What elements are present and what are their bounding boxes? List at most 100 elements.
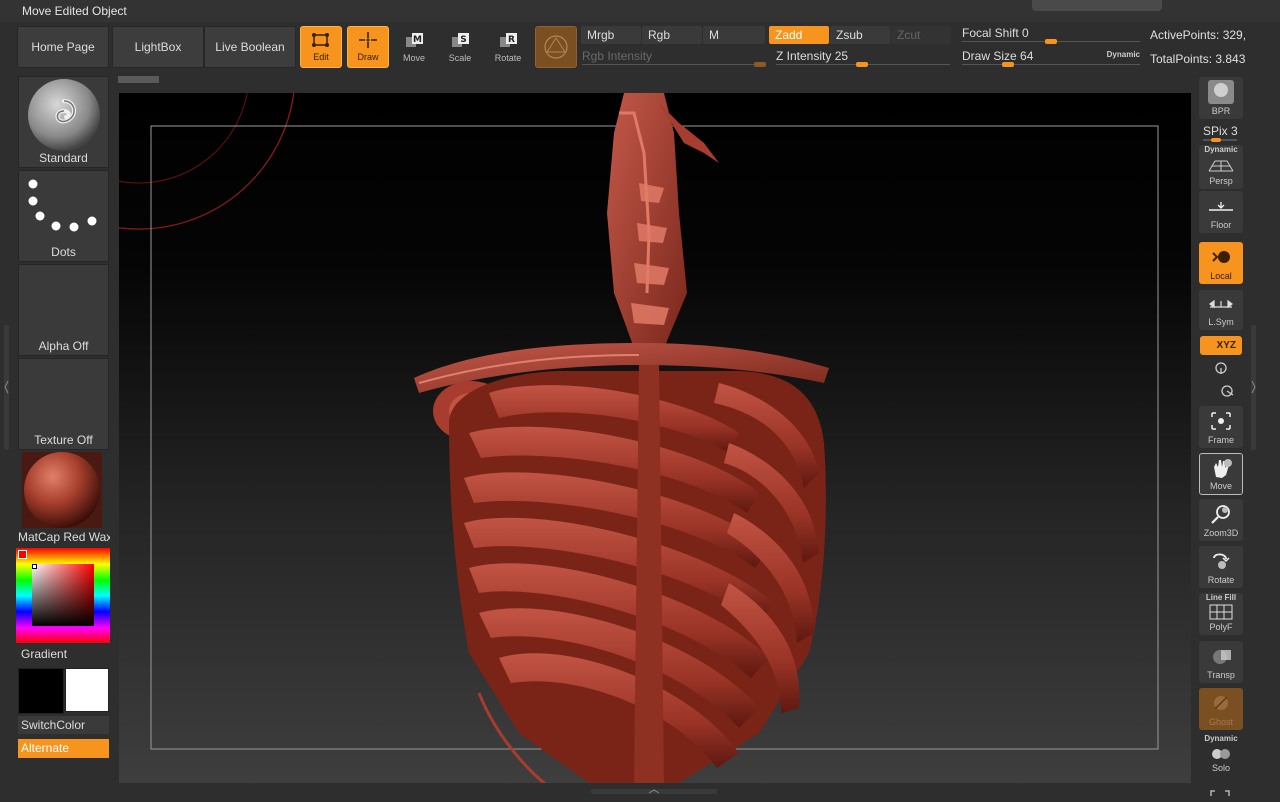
- zadd-button[interactable]: Zadd: [769, 26, 829, 44]
- lightbox-button[interactable]: LightBox: [112, 26, 204, 68]
- z-axis-toggle[interactable]: [1219, 383, 1235, 404]
- left-tray-handle[interactable]: [4, 325, 9, 450]
- m-button[interactable]: M: [703, 26, 765, 44]
- secondary-color-swatch[interactable]: [65, 668, 109, 712]
- collapse-right-icon: [1251, 380, 1256, 394]
- xpose-partial-button[interactable]: [1207, 784, 1233, 796]
- home-page-button[interactable]: Home Page: [17, 26, 109, 68]
- window-title: Move Edited Object: [22, 4, 127, 18]
- alternate-button[interactable]: Alternate: [18, 739, 109, 758]
- dots-stroke-icon: [28, 179, 97, 232]
- brush-radius-inner: [119, 93, 248, 184]
- sculpt-canvas: [119, 93, 1159, 783]
- persp-dynamic-label: Dynamic: [1204, 145, 1238, 154]
- zcut-button[interactable]: Zcut: [891, 26, 951, 44]
- edit-button[interactable]: Edit: [300, 26, 342, 68]
- frame-icon: [1199, 406, 1243, 435]
- rgb-button[interactable]: Rgb: [642, 26, 702, 44]
- material-picker[interactable]: MatCap Red Wax: [18, 452, 110, 544]
- alpha-picker[interactable]: Alpha Off: [18, 264, 109, 356]
- zsub-button[interactable]: Zsub: [830, 26, 890, 44]
- rotate-tool-label: Rotate: [494, 53, 522, 63]
- persp-grid-icon: [1199, 154, 1243, 176]
- transp-button[interactable]: Transp: [1199, 641, 1243, 683]
- focal-shift-slider[interactable]: Focal Shift 0: [962, 25, 1140, 44]
- hue-marker: [18, 550, 27, 559]
- xyz-axis-button[interactable]: XYZ: [1200, 336, 1242, 355]
- z-intensity-slider[interactable]: Z Intensity 25: [776, 48, 950, 67]
- move-tool-button[interactable]: M Move: [393, 26, 435, 68]
- z-intensity-label: Z Intensity 25: [776, 49, 849, 63]
- z-intensity-knob[interactable]: [856, 62, 868, 67]
- local-button[interactable]: Local: [1199, 242, 1243, 284]
- zoom3d-label: Zoom3D: [1203, 528, 1239, 538]
- color-picker[interactable]: [16, 548, 110, 643]
- solo-button[interactable]: Dynamic Solo: [1199, 734, 1243, 776]
- spix-slider[interactable]: [1203, 138, 1237, 142]
- material-label: MatCap Red Wax: [18, 530, 110, 544]
- local-icon: [1199, 242, 1243, 271]
- move-key-glyph: M: [413, 35, 422, 45]
- mrgb-button[interactable]: Mrgb: [581, 26, 641, 44]
- draw-size-track: [962, 64, 1140, 65]
- focal-shift-label: Focal Shift 0: [962, 26, 1029, 40]
- rotate-view-label: Rotate: [1207, 575, 1235, 585]
- floor-button[interactable]: Floor: [1199, 191, 1243, 233]
- material-toggle-button[interactable]: [535, 26, 577, 68]
- polyf-line-fill-label: Line Fill: [1205, 593, 1237, 602]
- main-color-swatch[interactable]: [18, 668, 64, 714]
- polyf-button[interactable]: Line Fill PolyF: [1199, 593, 1243, 635]
- move-view-button[interactable]: Move: [1199, 453, 1243, 495]
- rotate-tool-icon: R: [487, 26, 529, 53]
- brush-picker[interactable]: Standard: [18, 76, 109, 168]
- draw-button[interactable]: Draw: [347, 26, 389, 68]
- rotate-tool-button[interactable]: R Rotate: [487, 26, 529, 68]
- draw-size-slider[interactable]: Draw Size 64 Dynamic: [962, 47, 1140, 67]
- draw-size-knob[interactable]: [1002, 62, 1014, 67]
- color-marker: [32, 564, 37, 569]
- rotate-view-button[interactable]: Rotate: [1199, 546, 1243, 588]
- transparency-icon: [1199, 641, 1243, 670]
- y-axis-toggle[interactable]: [1213, 360, 1229, 381]
- draw-label: Draw: [357, 52, 379, 62]
- frame-label: Frame: [1207, 435, 1234, 445]
- rgb-intensity-knob[interactable]: [754, 62, 766, 67]
- transp-label: Transp: [1207, 670, 1235, 680]
- title-dropdown[interactable]: [1032, 0, 1162, 11]
- live-boolean-button[interactable]: Live Boolean: [204, 26, 296, 68]
- ghost-button[interactable]: Ghost: [1199, 688, 1243, 730]
- local-label: Local: [1210, 271, 1232, 281]
- lsym-icon: [1199, 290, 1243, 317]
- switch-color-button[interactable]: SwitchColor: [18, 716, 109, 734]
- texture-label: Texture Off: [34, 433, 93, 447]
- right-tray-handle[interactable]: [1251, 325, 1256, 450]
- zoom3d-button[interactable]: Zoom3D: [1199, 499, 1243, 541]
- dynamic-size-toggle[interactable]: Dynamic: [1107, 47, 1140, 63]
- texture-picker[interactable]: Texture Off: [18, 358, 109, 450]
- canvas-viewport[interactable]: [119, 93, 1191, 783]
- bpr-icon: [1199, 77, 1243, 106]
- lsym-label: L.Sym: [1208, 317, 1234, 327]
- material-sphere-icon: [544, 35, 568, 59]
- rotate-view-icon: [1199, 546, 1243, 575]
- total-points-readout: TotalPoints: 3.843: [1150, 52, 1246, 66]
- bottom-tray-handle[interactable]: [591, 789, 717, 794]
- persp-button[interactable]: Dynamic Persp: [1199, 145, 1243, 189]
- saturation-square[interactable]: [32, 564, 94, 626]
- scale-tool-button[interactable]: S Scale: [439, 26, 481, 68]
- zoom-icon: [1199, 499, 1243, 528]
- rgb-intensity-slider[interactable]: Rgb Intensity: [582, 48, 766, 67]
- z-axis-rotate-icon: [1221, 385, 1234, 397]
- ghost-label: Ghost: [1208, 717, 1233, 727]
- stroke-picker[interactable]: Dots: [18, 170, 109, 262]
- frame-button[interactable]: Frame: [1199, 406, 1243, 448]
- spix-knob[interactable]: [1211, 138, 1221, 142]
- gradient-label[interactable]: Gradient: [21, 647, 67, 661]
- rgb-intensity-label: Rgb Intensity: [582, 49, 653, 63]
- viewport-scroll-handle[interactable]: [118, 76, 159, 83]
- lsym-button[interactable]: L.Sym: [1199, 290, 1243, 330]
- focal-shift-knob[interactable]: [1045, 39, 1057, 44]
- floor-icon: [1199, 191, 1243, 220]
- bpr-button[interactable]: BPR: [1199, 77, 1243, 119]
- move-tool-icon: M: [393, 26, 435, 53]
